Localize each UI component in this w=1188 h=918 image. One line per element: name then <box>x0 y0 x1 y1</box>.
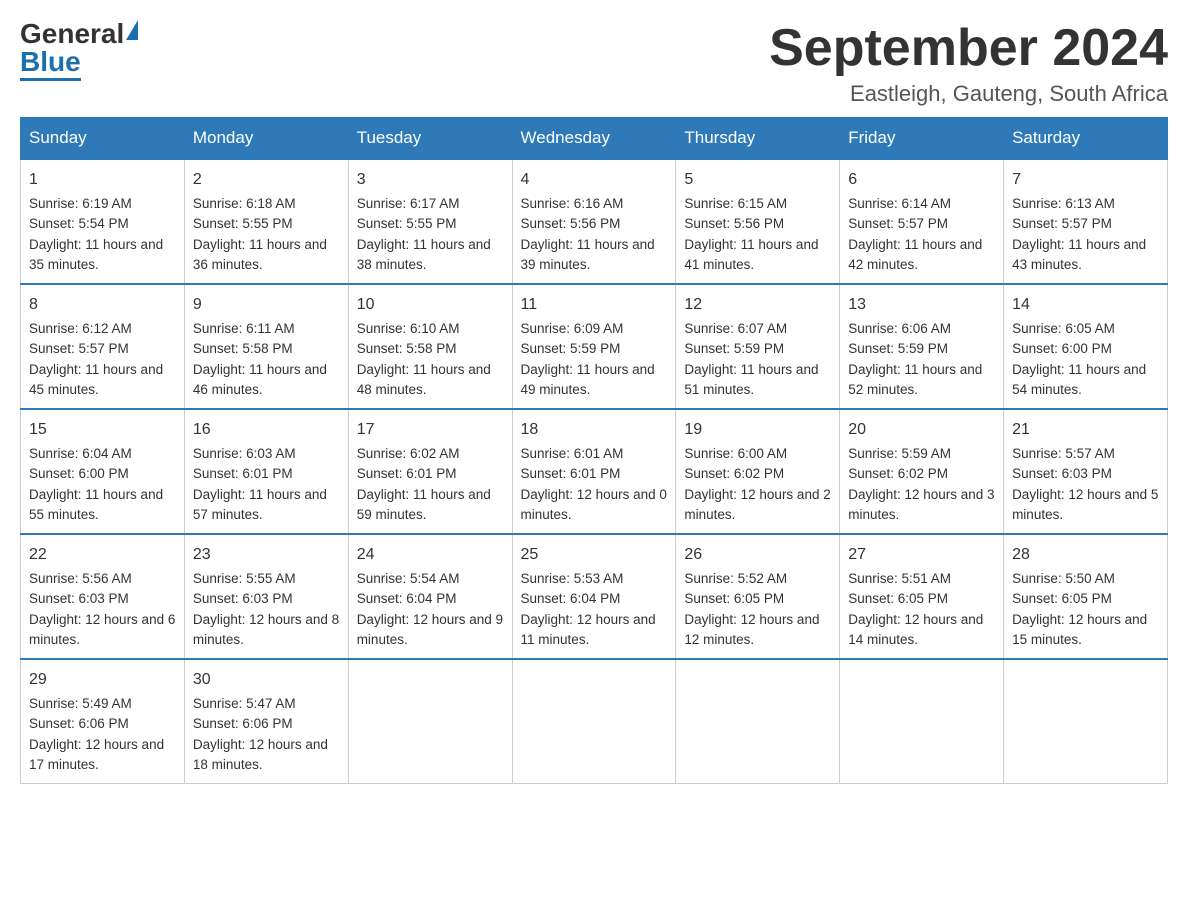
day-number: 2 <box>193 168 340 192</box>
calendar-cell: 10Sunrise: 6:10 AMSunset: 5:58 PMDayligh… <box>348 284 512 409</box>
day-number: 26 <box>684 543 831 567</box>
page-header: General Blue September 2024 Eastleigh, G… <box>20 20 1168 107</box>
calendar-cell: 25Sunrise: 5:53 AMSunset: 6:04 PMDayligh… <box>512 534 676 659</box>
calendar-table: Sunday Monday Tuesday Wednesday Thursday… <box>20 117 1168 784</box>
day-number: 11 <box>521 293 668 317</box>
day-number: 3 <box>357 168 504 192</box>
day-number: 12 <box>684 293 831 317</box>
logo-blue-text: Blue <box>20 48 81 76</box>
col-sunday: Sunday <box>21 118 185 160</box>
calendar-cell: 1Sunrise: 6:19 AMSunset: 5:54 PMDaylight… <box>21 159 185 284</box>
week-row-2: 8Sunrise: 6:12 AMSunset: 5:57 PMDaylight… <box>21 284 1168 409</box>
calendar-cell: 13Sunrise: 6:06 AMSunset: 5:59 PMDayligh… <box>840 284 1004 409</box>
calendar-cell: 14Sunrise: 6:05 AMSunset: 6:00 PMDayligh… <box>1004 284 1168 409</box>
calendar-cell: 27Sunrise: 5:51 AMSunset: 6:05 PMDayligh… <box>840 534 1004 659</box>
day-number: 21 <box>1012 418 1159 442</box>
logo-underline <box>20 78 81 81</box>
calendar-cell <box>512 659 676 784</box>
logo-triangle-icon <box>126 20 138 40</box>
calendar-cell: 4Sunrise: 6:16 AMSunset: 5:56 PMDaylight… <box>512 159 676 284</box>
day-number: 25 <box>521 543 668 567</box>
col-friday: Friday <box>840 118 1004 160</box>
calendar-cell <box>1004 659 1168 784</box>
calendar-cell: 8Sunrise: 6:12 AMSunset: 5:57 PMDaylight… <box>21 284 185 409</box>
day-number: 9 <box>193 293 340 317</box>
calendar-cell: 17Sunrise: 6:02 AMSunset: 6:01 PMDayligh… <box>348 409 512 534</box>
calendar-cell <box>348 659 512 784</box>
calendar-cell: 23Sunrise: 5:55 AMSunset: 6:03 PMDayligh… <box>184 534 348 659</box>
day-number: 13 <box>848 293 995 317</box>
calendar-cell: 28Sunrise: 5:50 AMSunset: 6:05 PMDayligh… <box>1004 534 1168 659</box>
week-row-4: 22Sunrise: 5:56 AMSunset: 6:03 PMDayligh… <box>21 534 1168 659</box>
calendar-cell: 22Sunrise: 5:56 AMSunset: 6:03 PMDayligh… <box>21 534 185 659</box>
logo-general-text: General <box>20 20 124 48</box>
title-area: September 2024 Eastleigh, Gauteng, South… <box>769 20 1168 107</box>
day-number: 16 <box>193 418 340 442</box>
calendar-header-row: Sunday Monday Tuesday Wednesday Thursday… <box>21 118 1168 160</box>
day-number: 17 <box>357 418 504 442</box>
col-saturday: Saturday <box>1004 118 1168 160</box>
day-number: 15 <box>29 418 176 442</box>
week-row-5: 29Sunrise: 5:49 AMSunset: 6:06 PMDayligh… <box>21 659 1168 784</box>
day-number: 20 <box>848 418 995 442</box>
day-number: 4 <box>521 168 668 192</box>
day-number: 22 <box>29 543 176 567</box>
day-number: 27 <box>848 543 995 567</box>
month-title: September 2024 <box>769 20 1168 77</box>
day-number: 30 <box>193 668 340 692</box>
day-number: 28 <box>1012 543 1159 567</box>
location-title: Eastleigh, Gauteng, South Africa <box>769 81 1168 107</box>
day-number: 29 <box>29 668 176 692</box>
calendar-cell: 6Sunrise: 6:14 AMSunset: 5:57 PMDaylight… <box>840 159 1004 284</box>
day-number: 24 <box>357 543 504 567</box>
calendar-cell: 18Sunrise: 6:01 AMSunset: 6:01 PMDayligh… <box>512 409 676 534</box>
day-number: 18 <box>521 418 668 442</box>
calendar-cell: 5Sunrise: 6:15 AMSunset: 5:56 PMDaylight… <box>676 159 840 284</box>
col-tuesday: Tuesday <box>348 118 512 160</box>
day-number: 10 <box>357 293 504 317</box>
calendar-cell: 3Sunrise: 6:17 AMSunset: 5:55 PMDaylight… <box>348 159 512 284</box>
day-number: 1 <box>29 168 176 192</box>
calendar-cell: 26Sunrise: 5:52 AMSunset: 6:05 PMDayligh… <box>676 534 840 659</box>
day-number: 23 <box>193 543 340 567</box>
col-wednesday: Wednesday <box>512 118 676 160</box>
calendar-cell: 24Sunrise: 5:54 AMSunset: 6:04 PMDayligh… <box>348 534 512 659</box>
day-number: 19 <box>684 418 831 442</box>
calendar-cell: 20Sunrise: 5:59 AMSunset: 6:02 PMDayligh… <box>840 409 1004 534</box>
calendar-cell: 21Sunrise: 5:57 AMSunset: 6:03 PMDayligh… <box>1004 409 1168 534</box>
calendar-cell: 15Sunrise: 6:04 AMSunset: 6:00 PMDayligh… <box>21 409 185 534</box>
day-number: 14 <box>1012 293 1159 317</box>
col-monday: Monday <box>184 118 348 160</box>
day-number: 5 <box>684 168 831 192</box>
col-thursday: Thursday <box>676 118 840 160</box>
calendar-cell: 11Sunrise: 6:09 AMSunset: 5:59 PMDayligh… <box>512 284 676 409</box>
calendar-cell: 30Sunrise: 5:47 AMSunset: 6:06 PMDayligh… <box>184 659 348 784</box>
calendar-cell: 16Sunrise: 6:03 AMSunset: 6:01 PMDayligh… <box>184 409 348 534</box>
calendar-cell: 29Sunrise: 5:49 AMSunset: 6:06 PMDayligh… <box>21 659 185 784</box>
calendar-cell: 9Sunrise: 6:11 AMSunset: 5:58 PMDaylight… <box>184 284 348 409</box>
logo: General Blue <box>20 20 138 81</box>
calendar-cell <box>676 659 840 784</box>
calendar-cell: 7Sunrise: 6:13 AMSunset: 5:57 PMDaylight… <box>1004 159 1168 284</box>
calendar-cell: 19Sunrise: 6:00 AMSunset: 6:02 PMDayligh… <box>676 409 840 534</box>
week-row-3: 15Sunrise: 6:04 AMSunset: 6:00 PMDayligh… <box>21 409 1168 534</box>
calendar-cell <box>840 659 1004 784</box>
day-number: 6 <box>848 168 995 192</box>
calendar-cell: 12Sunrise: 6:07 AMSunset: 5:59 PMDayligh… <box>676 284 840 409</box>
week-row-1: 1Sunrise: 6:19 AMSunset: 5:54 PMDaylight… <box>21 159 1168 284</box>
day-number: 7 <box>1012 168 1159 192</box>
calendar-cell: 2Sunrise: 6:18 AMSunset: 5:55 PMDaylight… <box>184 159 348 284</box>
day-number: 8 <box>29 293 176 317</box>
